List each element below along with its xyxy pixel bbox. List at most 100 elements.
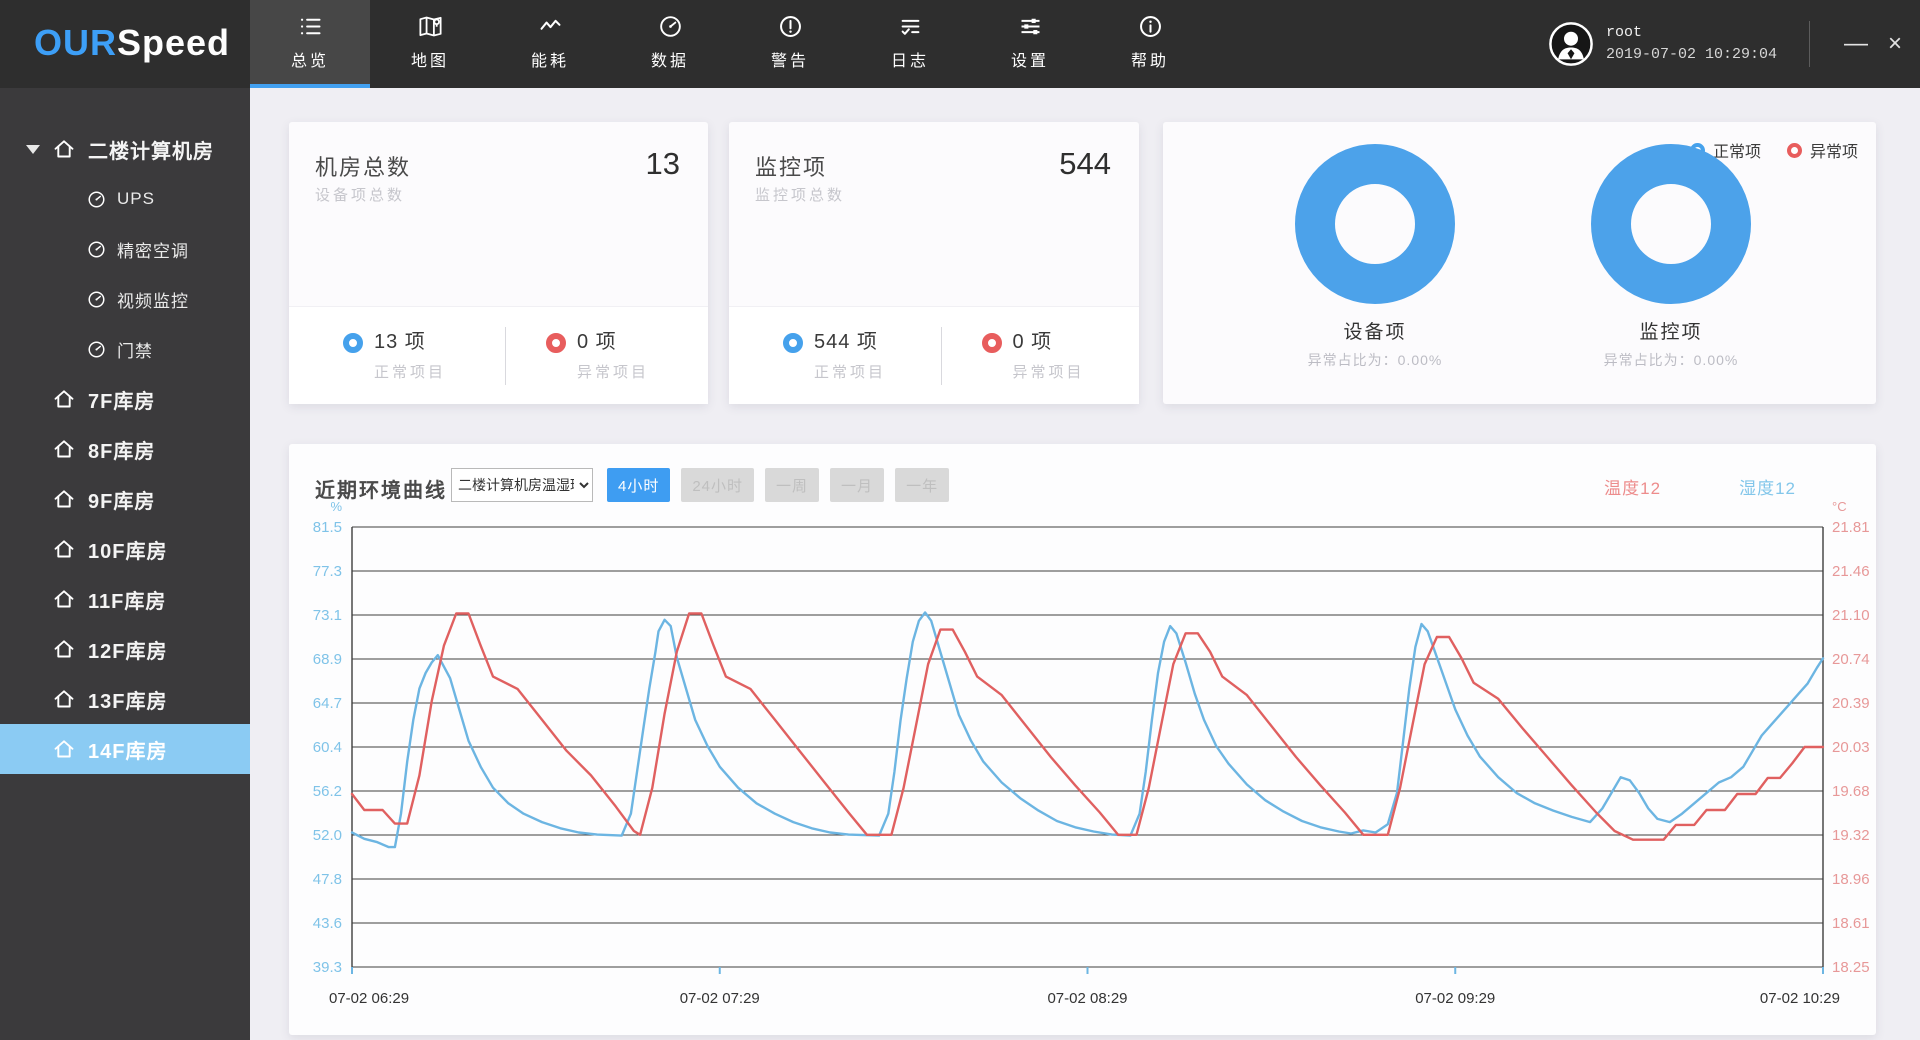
sidebar-item-label: 二楼计算机房 xyxy=(88,135,214,164)
card-title: 监控项 xyxy=(755,150,827,182)
abnormal-label: 异常项目 xyxy=(1013,361,1085,382)
nav-item-数据[interactable]: 数据 xyxy=(610,0,730,88)
svg-text:%: % xyxy=(330,499,342,514)
home-icon xyxy=(52,387,76,411)
log-icon xyxy=(897,13,924,40)
sidebar-item-视频监控[interactable]: 视频监控 xyxy=(0,274,250,324)
nav-item-警告[interactable]: 警告 xyxy=(730,0,850,88)
svg-text:52.0: 52.0 xyxy=(313,827,342,844)
card-subtitle: 设备项总数 xyxy=(315,184,405,205)
sidebar: 二楼计算机房 UPS 精密空调视频监控门禁 7F库房 8F库房 9F库房 10F库房 11F库… xyxy=(0,88,250,1040)
nav-item-label: 帮助 xyxy=(1131,47,1169,71)
card-title: 机房总数 xyxy=(315,150,411,182)
svg-text:20.74: 20.74 xyxy=(1832,651,1870,668)
nav-item-label: 设置 xyxy=(1011,47,1049,71)
svg-text:07-02 06:29: 07-02 06:29 xyxy=(329,990,409,1007)
nav-item-label: 警告 xyxy=(771,47,809,71)
sidebar-item-label: 门禁 xyxy=(117,337,153,362)
nav-item-地图[interactable]: 地图 xyxy=(370,0,490,88)
close-button[interactable]: × xyxy=(1878,28,1912,60)
sidebar-item-8F库房[interactable]: 8F库房 xyxy=(0,424,250,474)
minimize-button[interactable]: — xyxy=(1834,28,1878,60)
info-icon xyxy=(1137,13,1164,40)
svg-text:77.3: 77.3 xyxy=(313,563,342,580)
pulse-icon xyxy=(537,13,564,40)
sidebar-item-label: 7F库房 xyxy=(88,385,155,414)
svg-text:18.25: 18.25 xyxy=(1832,959,1870,976)
svg-text:56.2: 56.2 xyxy=(313,783,342,800)
sidebar-item-label: 12F库房 xyxy=(88,635,167,664)
gauge-icon xyxy=(86,339,107,360)
nav-item-日志[interactable]: 日志 xyxy=(850,0,970,88)
nav-item-帮助[interactable]: 帮助 xyxy=(1090,0,1210,88)
sidebar-item-label: 8F库房 xyxy=(88,435,155,464)
svg-text:19.68: 19.68 xyxy=(1832,783,1870,800)
abnormal-label: 异常项目 xyxy=(577,361,649,382)
abnormal-ring-icon xyxy=(546,333,566,353)
svg-text:81.5: 81.5 xyxy=(313,519,342,536)
svg-text:18.96: 18.96 xyxy=(1832,871,1870,888)
user-avatar-icon[interactable] xyxy=(1548,21,1594,67)
sidebar-item-门禁[interactable]: 门禁 xyxy=(0,324,250,374)
summary-card-monitors: 监控项 监控项总数 544 544 项 正常项目 0 项 异常项目 xyxy=(729,122,1139,404)
chart-panel: 近期环境曲线 二楼计算机房温湿环 4小时24小时一周一月一年 温度12湿度12 … xyxy=(289,444,1876,1035)
donut-label: 设备项 xyxy=(1215,317,1535,344)
sidebar-item-label: 14F库房 xyxy=(88,735,167,764)
normal-stat-group: 544 项 正常项目 xyxy=(729,330,941,382)
card-total-value: 544 xyxy=(1059,146,1111,182)
svg-text:21.81: 21.81 xyxy=(1832,519,1870,536)
donut-sublabel: 异常占比为：0.00% xyxy=(1511,350,1831,370)
normal-count: 13 项 xyxy=(374,330,446,355)
svg-text:21.10: 21.10 xyxy=(1832,607,1870,624)
home-icon xyxy=(52,537,76,561)
monitor-donut-block: 监控项 异常占比为：0.00% xyxy=(1511,122,1831,370)
donut-label: 监控项 xyxy=(1511,317,1831,344)
svg-text:07-02 09:29: 07-02 09:29 xyxy=(1415,990,1495,1007)
sidebar-item-12F库房[interactable]: 12F库房 xyxy=(0,624,250,674)
card-subtitle: 监控项总数 xyxy=(755,184,845,205)
abnormal-count: 0 项 xyxy=(1013,330,1085,355)
svg-text:43.6: 43.6 xyxy=(313,915,342,932)
sidebar-item-13F库房[interactable]: 13F库房 xyxy=(0,674,250,724)
sidebar-item-二楼计算机房[interactable]: 二楼计算机房 xyxy=(0,124,250,174)
sidebar-item-精密空调[interactable]: 精密空调 xyxy=(0,224,250,274)
user-name: root xyxy=(1606,22,1777,44)
svg-text:47.8: 47.8 xyxy=(313,871,342,888)
sidebar-item-10F库房[interactable]: 10F库房 xyxy=(0,524,250,574)
user-timestamp: 2019-07-02 10:29:04 xyxy=(1606,44,1777,66)
gauge-icon xyxy=(86,189,107,210)
sidebar-item-9F库房[interactable]: 9F库房 xyxy=(0,474,250,524)
nav-item-label: 能耗 xyxy=(531,47,569,71)
abnormal-stat-group: 0 项 异常项目 xyxy=(506,330,708,382)
map-icon xyxy=(417,13,444,40)
nav-item-总览[interactable]: 总览 xyxy=(250,0,370,88)
sidebar-item-label: 13F库房 xyxy=(88,685,167,714)
normal-ring-icon xyxy=(343,333,363,353)
nav-item-label: 数据 xyxy=(651,47,689,71)
svg-text:19.32: 19.32 xyxy=(1832,827,1870,844)
nav-item-label: 地图 xyxy=(411,47,449,71)
sidebar-item-7F库房[interactable]: 7F库房 xyxy=(0,374,250,424)
home-icon xyxy=(52,737,76,761)
svg-text:68.9: 68.9 xyxy=(313,651,342,668)
home-icon xyxy=(52,437,76,461)
sidebar-item-14F库房[interactable]: 14F库房 xyxy=(0,724,250,774)
normal-stat-group: 13 项 正常项目 xyxy=(289,330,505,382)
normal-count: 544 项 xyxy=(814,330,886,355)
svg-text:60.4: 60.4 xyxy=(313,739,342,756)
svg-text:20.39: 20.39 xyxy=(1832,695,1870,712)
nav-item-能耗[interactable]: 能耗 xyxy=(490,0,610,88)
svg-text:07-02 07:29: 07-02 07:29 xyxy=(680,990,760,1007)
sidebar-item-label: 9F库房 xyxy=(88,485,155,514)
nav-item-label: 总览 xyxy=(291,47,329,71)
sidebar-item-label: 精密空调 xyxy=(117,237,189,262)
sidebar-item-11F库房[interactable]: 11F库房 xyxy=(0,574,250,624)
home-icon xyxy=(52,687,76,711)
sidebar-item-UPS[interactable]: UPS xyxy=(0,174,250,224)
nav-item-设置[interactable]: 设置 xyxy=(970,0,1090,88)
nav-item-label: 日志 xyxy=(891,47,929,71)
sidebar-item-label: 11F库房 xyxy=(88,585,166,614)
svg-text:73.1: 73.1 xyxy=(313,607,342,624)
home-icon xyxy=(52,637,76,661)
abnormal-stat-group: 0 项 异常项目 xyxy=(942,330,1140,382)
